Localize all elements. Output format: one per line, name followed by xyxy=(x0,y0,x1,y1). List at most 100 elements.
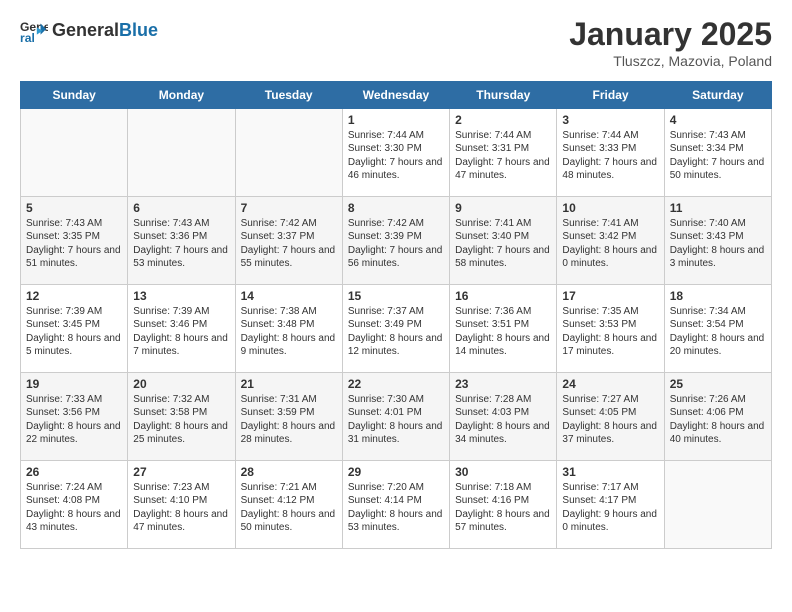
day-info-line: Sunset: 4:08 PM xyxy=(26,494,122,507)
day-number: 28 xyxy=(241,465,337,479)
calendar-week-row: 1Sunrise: 7:44 AMSunset: 3:30 PMDaylight… xyxy=(21,109,772,197)
day-info-line: Daylight: 8 hours and 5 minutes. xyxy=(26,332,122,358)
day-info-line: Sunrise: 7:24 AM xyxy=(26,481,122,494)
day-number: 29 xyxy=(348,465,444,479)
day-info-line: Sunrise: 7:38 AM xyxy=(241,305,337,318)
day-header-sunday: Sunday xyxy=(21,82,128,109)
day-number: 7 xyxy=(241,201,337,215)
day-number: 21 xyxy=(241,377,337,391)
day-number: 24 xyxy=(562,377,658,391)
day-info-line: Sunset: 3:40 PM xyxy=(455,230,551,243)
calendar-cell: 25Sunrise: 7:26 AMSunset: 4:06 PMDayligh… xyxy=(664,373,771,461)
calendar-cell xyxy=(128,109,235,197)
calendar-cell: 24Sunrise: 7:27 AMSunset: 4:05 PMDayligh… xyxy=(557,373,664,461)
day-info-line: Sunset: 3:33 PM xyxy=(562,142,658,155)
day-info-line: Daylight: 8 hours and 28 minutes. xyxy=(241,420,337,446)
calendar-cell: 22Sunrise: 7:30 AMSunset: 4:01 PMDayligh… xyxy=(342,373,449,461)
day-header-thursday: Thursday xyxy=(450,82,557,109)
day-info-line: Sunrise: 7:26 AM xyxy=(670,393,766,406)
day-number: 1 xyxy=(348,113,444,127)
day-info-line: Sunrise: 7:27 AM xyxy=(562,393,658,406)
day-number: 4 xyxy=(670,113,766,127)
calendar-cell: 27Sunrise: 7:23 AMSunset: 4:10 PMDayligh… xyxy=(128,461,235,549)
day-info-line: Daylight: 8 hours and 12 minutes. xyxy=(348,332,444,358)
day-info-line: Sunset: 4:16 PM xyxy=(455,494,551,507)
day-info-line: Sunrise: 7:32 AM xyxy=(133,393,229,406)
calendar-week-row: 12Sunrise: 7:39 AMSunset: 3:45 PMDayligh… xyxy=(21,285,772,373)
day-info-line: Sunset: 3:30 PM xyxy=(348,142,444,155)
calendar-cell: 2Sunrise: 7:44 AMSunset: 3:31 PMDaylight… xyxy=(450,109,557,197)
day-info-line: Daylight: 9 hours and 0 minutes. xyxy=(562,508,658,534)
day-number: 23 xyxy=(455,377,551,391)
day-info-line: Sunrise: 7:28 AM xyxy=(455,393,551,406)
day-number: 14 xyxy=(241,289,337,303)
day-number: 30 xyxy=(455,465,551,479)
day-number: 15 xyxy=(348,289,444,303)
day-info-line: Sunset: 3:45 PM xyxy=(26,318,122,331)
day-info-line: Sunset: 3:54 PM xyxy=(670,318,766,331)
day-info-line: Daylight: 7 hours and 56 minutes. xyxy=(348,244,444,270)
day-header-tuesday: Tuesday xyxy=(235,82,342,109)
day-info-line: Daylight: 8 hours and 7 minutes. xyxy=(133,332,229,358)
day-info-line: Sunrise: 7:43 AM xyxy=(670,129,766,142)
day-info-line: Daylight: 7 hours and 58 minutes. xyxy=(455,244,551,270)
day-info-line: Sunrise: 7:33 AM xyxy=(26,393,122,406)
day-info-line: Daylight: 8 hours and 14 minutes. xyxy=(455,332,551,358)
calendar-week-row: 19Sunrise: 7:33 AMSunset: 3:56 PMDayligh… xyxy=(21,373,772,461)
day-number: 5 xyxy=(26,201,122,215)
calendar-table: SundayMondayTuesdayWednesdayThursdayFrid… xyxy=(20,81,772,549)
calendar-cell: 6Sunrise: 7:43 AMSunset: 3:36 PMDaylight… xyxy=(128,197,235,285)
calendar-week-row: 5Sunrise: 7:43 AMSunset: 3:35 PMDaylight… xyxy=(21,197,772,285)
calendar-title: January 2025 xyxy=(569,16,772,53)
day-info-line: Sunrise: 7:31 AM xyxy=(241,393,337,406)
calendar-cell: 10Sunrise: 7:41 AMSunset: 3:42 PMDayligh… xyxy=(557,197,664,285)
day-number: 18 xyxy=(670,289,766,303)
calendar-cell xyxy=(664,461,771,549)
calendar-cell: 21Sunrise: 7:31 AMSunset: 3:59 PMDayligh… xyxy=(235,373,342,461)
day-info-line: Sunrise: 7:34 AM xyxy=(670,305,766,318)
day-info-line: Sunset: 3:34 PM xyxy=(670,142,766,155)
logo-text-blue: Blue xyxy=(119,20,158,40)
calendar-cell: 9Sunrise: 7:41 AMSunset: 3:40 PMDaylight… xyxy=(450,197,557,285)
calendar-cell: 31Sunrise: 7:17 AMSunset: 4:17 PMDayligh… xyxy=(557,461,664,549)
logo: Gene ral GeneralBlue xyxy=(20,16,158,44)
day-info-line: Daylight: 7 hours and 48 minutes. xyxy=(562,156,658,182)
day-info-line: Sunset: 3:58 PM xyxy=(133,406,229,419)
day-number: 9 xyxy=(455,201,551,215)
day-info-line: Daylight: 8 hours and 43 minutes. xyxy=(26,508,122,534)
calendar-cell: 26Sunrise: 7:24 AMSunset: 4:08 PMDayligh… xyxy=(21,461,128,549)
day-info-line: Daylight: 7 hours and 51 minutes. xyxy=(26,244,122,270)
day-info-line: Sunrise: 7:44 AM xyxy=(562,129,658,142)
day-info-line: Daylight: 8 hours and 20 minutes. xyxy=(670,332,766,358)
day-info-line: Sunrise: 7:23 AM xyxy=(133,481,229,494)
day-info-line: Sunrise: 7:39 AM xyxy=(133,305,229,318)
calendar-cell: 20Sunrise: 7:32 AMSunset: 3:58 PMDayligh… xyxy=(128,373,235,461)
day-info-line: Sunset: 3:39 PM xyxy=(348,230,444,243)
day-info-line: Sunrise: 7:36 AM xyxy=(455,305,551,318)
day-info-line: Sunset: 3:37 PM xyxy=(241,230,337,243)
day-info-line: Sunrise: 7:39 AM xyxy=(26,305,122,318)
day-info-line: Sunset: 4:05 PM xyxy=(562,406,658,419)
calendar-week-row: 26Sunrise: 7:24 AMSunset: 4:08 PMDayligh… xyxy=(21,461,772,549)
day-info-line: Sunset: 3:48 PM xyxy=(241,318,337,331)
day-number: 31 xyxy=(562,465,658,479)
day-info-line: Daylight: 8 hours and 3 minutes. xyxy=(670,244,766,270)
calendar-cell: 15Sunrise: 7:37 AMSunset: 3:49 PMDayligh… xyxy=(342,285,449,373)
day-info-line: Sunrise: 7:17 AM xyxy=(562,481,658,494)
day-info-line: Sunset: 4:12 PM xyxy=(241,494,337,507)
day-number: 11 xyxy=(670,201,766,215)
day-header-monday: Monday xyxy=(128,82,235,109)
day-info-line: Daylight: 8 hours and 31 minutes. xyxy=(348,420,444,446)
calendar-cell: 3Sunrise: 7:44 AMSunset: 3:33 PMDaylight… xyxy=(557,109,664,197)
day-info-line: Sunrise: 7:41 AM xyxy=(562,217,658,230)
day-info-line: Sunset: 3:56 PM xyxy=(26,406,122,419)
svg-text:ral: ral xyxy=(20,31,35,44)
calendar-cell xyxy=(21,109,128,197)
day-info-line: Daylight: 7 hours and 46 minutes. xyxy=(348,156,444,182)
day-info-line: Sunrise: 7:44 AM xyxy=(348,129,444,142)
day-info-line: Sunrise: 7:42 AM xyxy=(348,217,444,230)
day-info-line: Sunset: 3:42 PM xyxy=(562,230,658,243)
day-info-line: Sunset: 4:03 PM xyxy=(455,406,551,419)
day-info-line: Sunset: 4:01 PM xyxy=(348,406,444,419)
calendar-cell: 19Sunrise: 7:33 AMSunset: 3:56 PMDayligh… xyxy=(21,373,128,461)
